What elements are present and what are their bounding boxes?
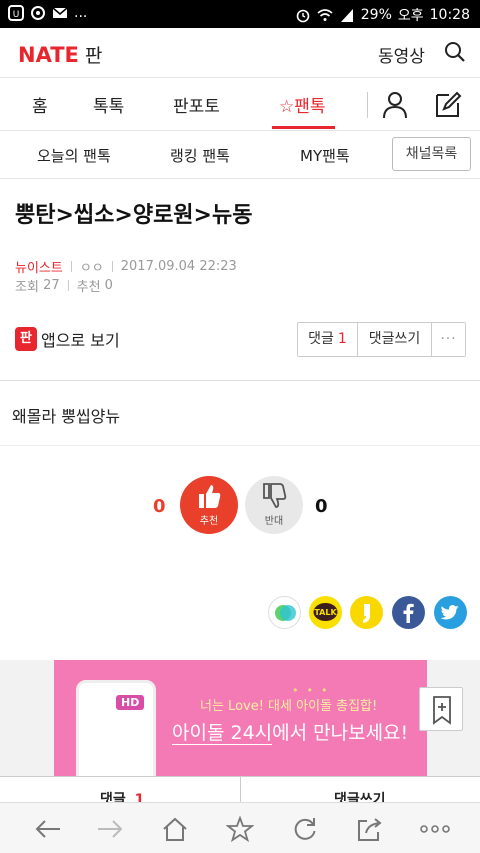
bottom-write-comment-button[interactable]: 댓글쓰기 [334,789,386,802]
kakaostory-icon [363,604,370,623]
status-ellipsis: ... [74,5,88,21]
alarm-icon [296,9,310,23]
home-icon[interactable] [161,816,189,842]
post-datetime: 2017.09.04 22:23 [120,259,237,274]
clock: 10:28 [429,7,470,23]
svg-text:U: U [13,10,20,20]
more-options-icon[interactable] [419,816,451,842]
bottom-bar-separator [240,777,241,802]
channel-list-button[interactable]: 채널목록 [392,137,471,171]
main-nav: 홈 톡톡 판포토 ☆팬톡 [0,78,480,131]
app-icon: 판 [15,327,37,351]
app-view-link[interactable]: 판 앱으로 보기 [15,327,120,351]
post-stats: 조회 27 추천 0 [15,276,113,295]
back-arrow-icon[interactable] [34,816,62,842]
mail-icon [52,7,68,18]
app-notification-icon: U [8,5,24,21]
browser-nav-bar [0,802,480,853]
subnav-ranking[interactable]: 랭킹 팬톡 [170,145,230,166]
thumbs-up-icon [199,485,221,508]
views-count: 27 [43,278,60,293]
post-author[interactable]: 뉴이스트 [15,257,63,276]
forward-arrow-icon[interactable] [96,816,124,842]
comment-button-group: 댓글 1 댓글쓰기 ··· [297,322,466,357]
logo-text: NATE [18,43,79,67]
band-share-button[interactable] [268,596,301,629]
tab-fantalk[interactable]: ☆팬톡 [279,92,326,117]
top-header: NATE 판 동영상 [0,28,480,78]
write-comment-button[interactable]: 댓글쓰기 [358,323,432,356]
app-view-label: 앱으로 보기 [41,331,120,350]
thumbs-down-icon [263,483,287,508]
upvote-button[interactable]: 추천 [180,476,238,534]
ad-headline: 너는 Love! 대세 아이돌 총집합! [200,699,378,714]
ad-banner[interactable]: HD ••• 너는 Love! 대세 아이돌 총집합! 아이돌 24시에서 만나… [54,660,427,778]
band-icon [275,605,296,621]
post-title: 뿡탄>씹소>양로원>뉴동 [15,203,253,228]
ad-subheadline: 아이돌 24시에서 만나보세요! [172,722,409,744]
signal-icon [340,9,353,22]
kakaotalk-icon: TALK [313,603,338,621]
twitter-icon [440,605,459,620]
star-icon[interactable] [226,816,254,842]
subnav-today[interactable]: 오늘의 팬톡 [37,145,111,166]
downvote-label: 반대 [264,516,284,527]
bottom-comments-label: 댓글 [100,792,126,802]
recommend-count: 0 [104,278,113,293]
recommend-label: 추천 [76,280,101,295]
nav-divider [367,92,368,118]
section-divider [0,445,480,446]
facebook-share-button[interactable] [392,596,425,629]
wifi-icon [317,9,333,21]
time-ampm: 오후 [397,8,424,24]
downvote-button[interactable]: 반대 [245,476,303,534]
video-link[interactable]: 동영상 [378,42,425,67]
logo-sub: 판 [84,45,103,67]
section-divider [0,380,480,381]
person-icon[interactable] [382,91,408,119]
ad-phone-image [76,680,156,778]
tab-toktok[interactable]: 톡톡 [93,92,124,117]
ad-underline [172,744,272,745]
facebook-icon [403,603,414,623]
tab-panphoto[interactable]: 판포토 [173,92,220,117]
more-button[interactable]: ··· [432,323,465,356]
meta-separator [67,280,69,291]
upvote-count: 0 [153,496,166,517]
bottom-comments-count: 1 [134,792,145,802]
svg-text:TALK: TALK [314,608,337,617]
write-icon[interactable] [434,89,462,119]
share-icon[interactable] [356,816,384,842]
post-body: 왜몰라 뿡씹양뉴 [12,407,121,426]
nate-logo[interactable]: NATE 판 [18,41,102,68]
subnav-my[interactable]: MY팬톡 [300,145,350,166]
upvote-label: 추천 [199,516,219,527]
battery-level: 29% [360,7,392,23]
comments-count: 1 [337,331,347,347]
post-meta: 뉴이스트 ㅇㅇ 2017.09.04 22:23 [15,257,237,276]
bottom-comment-bar: 댓글 1 댓글쓰기 [0,776,480,802]
tab-home[interactable]: 홈 [32,92,48,117]
kakaostory-share-button[interactable] [350,596,383,629]
comments-label: 댓글 [308,331,334,347]
app-notification-icon [31,6,45,20]
active-tab-indicator [272,126,335,129]
bottom-comments-button[interactable]: 댓글 1 [100,789,144,802]
twitter-share-button[interactable] [434,596,467,629]
meta-separator [111,261,113,272]
status-bar: U ... 29% 오후 10:28 [0,0,480,28]
post-author-extra: ㅇㅇ [79,261,104,276]
search-icon[interactable] [443,40,467,64]
ad-hd-badge: HD [116,695,145,710]
refresh-icon[interactable] [291,816,319,842]
kakaotalk-share-button[interactable]: TALK [309,596,342,629]
comments-button[interactable]: 댓글 1 [298,323,358,356]
bookmark-add-button[interactable] [419,687,463,731]
meta-separator [70,261,72,272]
bookmark-plus-icon [433,696,451,725]
views-label: 조회 [15,280,39,295]
downvote-count: 0 [315,496,328,517]
